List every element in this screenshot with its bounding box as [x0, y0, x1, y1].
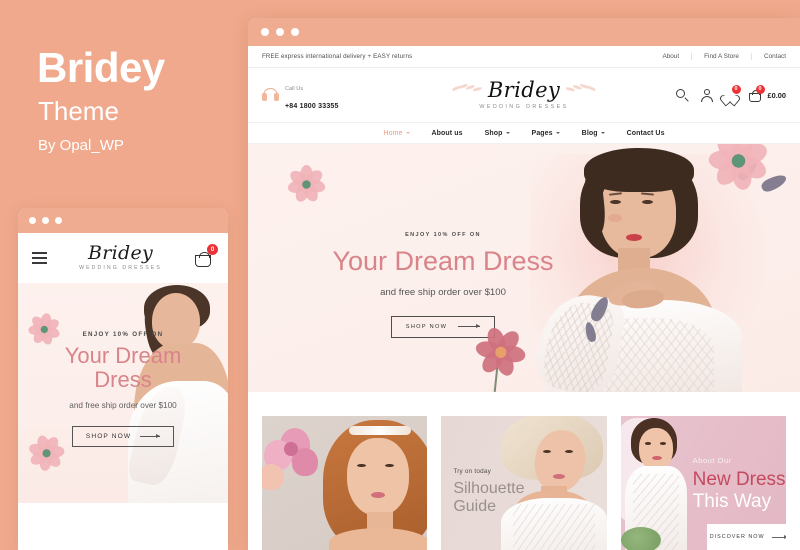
site-header: Call Us +84 1800 33355 Bridey WEDDING DR… [248, 68, 800, 122]
hero-shop-now-label: SHOP NOW [405, 323, 448, 330]
shopping-cart-icon[interactable]: 0 [748, 84, 765, 102]
promo-card-3-content: About Our New Dress This Way [693, 456, 786, 513]
window-dot-minimize[interactable] [276, 28, 284, 36]
cart-total[interactable]: £0.00 [768, 91, 787, 100]
promo-card-3-eyebrow: About Our [692, 456, 732, 465]
nav-item-blog[interactable]: Blog [582, 130, 605, 137]
nav-item-home[interactable]: Home [383, 129, 410, 137]
topbar-links: About Find A Store Contact [650, 53, 786, 60]
headphone-icon [262, 88, 279, 102]
cart-badge: 0 [207, 244, 218, 255]
nav-item-contact-us[interactable]: Contact Us [627, 130, 665, 137]
chevron-down-icon [555, 132, 560, 134]
promo-card-2-title: Silhouette [453, 480, 525, 497]
promo-subtitle: Theme [38, 96, 119, 126]
announcement-text: FREE express international delivery + EA… [262, 53, 413, 60]
nav-label-contact-us: Contact Us [626, 129, 665, 137]
promo-card-new-dress[interactable]: About Our New Dress This Way DISCOVER NO… [620, 416, 786, 550]
nav-label-blog: Blog [581, 129, 598, 137]
promo-author: By Opal_WP [38, 137, 124, 154]
bouquet-icon [620, 527, 661, 550]
tiara-icon [349, 426, 412, 435]
nav-item-shop[interactable]: Shop [485, 130, 510, 137]
logo-name: Bridey [487, 77, 561, 102]
mobile-hero-content: ENJOY 10% OFF ON Your Dream Dress and fr… [18, 331, 228, 447]
arrow-right-icon [140, 433, 161, 438]
hamburger-menu-icon[interactable] [32, 252, 47, 264]
mobile-site-header: Bridey WEDDING DRESSES 0 [18, 233, 228, 283]
window-dot-close[interactable] [261, 28, 269, 36]
hero-description: and free ship order over $100 [380, 286, 506, 298]
leaf-sprig-icon [564, 83, 597, 96]
promo-card-bridal-accessories[interactable] [262, 416, 428, 550]
shopping-cart-icon [195, 252, 211, 267]
phone-number: +84 1800 33355 [285, 103, 339, 110]
nav-label-shop: Shop [484, 129, 503, 137]
wishlist-heart-icon[interactable]: 0 [724, 84, 741, 102]
topbar-link-contact[interactable]: Contact [750, 53, 786, 60]
chevron-down-icon [505, 132, 510, 134]
bride-model-photo [620, 416, 691, 550]
logo-tagline: WEDDING DRESSES [479, 103, 569, 110]
mobile-shop-now-button[interactable]: SHOP NOW [71, 425, 175, 447]
window-dot-maximize[interactable] [55, 217, 62, 224]
mobile-logo[interactable]: Bridey WEDDING DRESSES [79, 244, 162, 271]
wishlist-badge: 0 [731, 84, 741, 94]
hero-eyebrow: ENJOY 10% OFF ON [405, 232, 481, 238]
flower-decoration-icon [286, 165, 327, 204]
mobile-cart-button[interactable]: 0 [194, 244, 218, 268]
bride-model-photo [321, 420, 428, 550]
nav-item-pages[interactable]: Pages [532, 130, 560, 137]
mobile-content-below-fold [18, 503, 228, 548]
nav-label-pages: Pages [531, 129, 553, 137]
promo-card-row: Try on today Silhouette Guide About Our … [248, 392, 800, 550]
window-dot-minimize[interactable] [42, 217, 49, 224]
mobile-hero-title-line1: Your Dream [64, 343, 182, 368]
call-us-block[interactable]: Call Us +84 1800 33355 [262, 77, 339, 113]
window-dot-maximize[interactable] [291, 28, 299, 36]
chevron-down-icon [600, 132, 605, 134]
promo-card-2-eyebrow: Try on today [453, 468, 492, 475]
chevron-down-icon [405, 132, 410, 134]
mobile-preview-window: Bridey WEDDING DRESSES 0 ENJOY 10% OFF O… [18, 208, 228, 550]
promo-card-3-button[interactable]: DISCOVER NOW [706, 524, 786, 550]
mobile-shop-now-label: SHOP NOW [85, 432, 132, 440]
mobile-hero-eyebrow: ENJOY 10% OFF ON [82, 331, 164, 338]
mobile-logo-name: Bridey [87, 242, 154, 265]
nav-label-home: Home [383, 129, 403, 137]
hero-content: ENJOY 10% OFF ON Your Dream Dress and fr… [318, 232, 568, 338]
mobile-hero-banner: ENJOY 10% OFF ON Your Dream Dress and fr… [18, 283, 228, 503]
hero-banner: ENJOY 10% OFF ON Your Dream Dress and fr… [248, 144, 800, 392]
call-us-label: Call Us [285, 86, 304, 92]
topbar-link-find-a-store[interactable]: Find A Store [691, 53, 751, 60]
mobile-hero-description: and free ship order over $100 [69, 400, 177, 410]
nav-item-about-us[interactable]: About us [432, 130, 463, 137]
arrow-right-icon [771, 534, 786, 539]
cart-badge: 0 [755, 84, 765, 94]
nav-label-about-us: About us [431, 129, 463, 137]
promo-card-2-content: Try on today Silhouette Guide [453, 468, 524, 516]
desktop-preview-window: FREE express international delivery + EA… [248, 18, 800, 550]
hero-title: Your Dream Dress [332, 246, 554, 276]
window-dot-close[interactable] [29, 217, 36, 224]
arrow-right-icon [458, 324, 481, 329]
leaf-sprig-icon [451, 83, 484, 96]
promo-card-3-title2: This Way [692, 491, 772, 513]
main-navigation: Home About us Shop Pages Blog Contact Us [248, 122, 800, 144]
mobile-logo-tagline: WEDDING DRESSES [79, 265, 162, 272]
mobile-hero-title-line2: Dress [94, 366, 152, 392]
header-icon-group: 0 0 £0.00 [675, 84, 787, 103]
promo-card-silhouette-guide[interactable]: Try on today Silhouette Guide [441, 416, 607, 550]
topbar-link-about[interactable]: About [650, 53, 691, 60]
promo-title: Bridey [37, 44, 165, 91]
browser-titlebar [248, 18, 800, 46]
user-account-icon[interactable] [700, 88, 713, 102]
promo-card-3-button-label: DISCOVER NOW [709, 534, 765, 540]
mobile-window-titlebar [18, 208, 228, 233]
search-icon[interactable] [675, 88, 689, 103]
promo-card-2-title2: Guide [453, 497, 497, 515]
promo-card-3-title: New Dress [692, 469, 786, 490]
site-logo[interactable]: Bridey WEDDING DRESSES [451, 77, 597, 110]
announcement-bar: FREE express international delivery + EA… [248, 46, 800, 68]
